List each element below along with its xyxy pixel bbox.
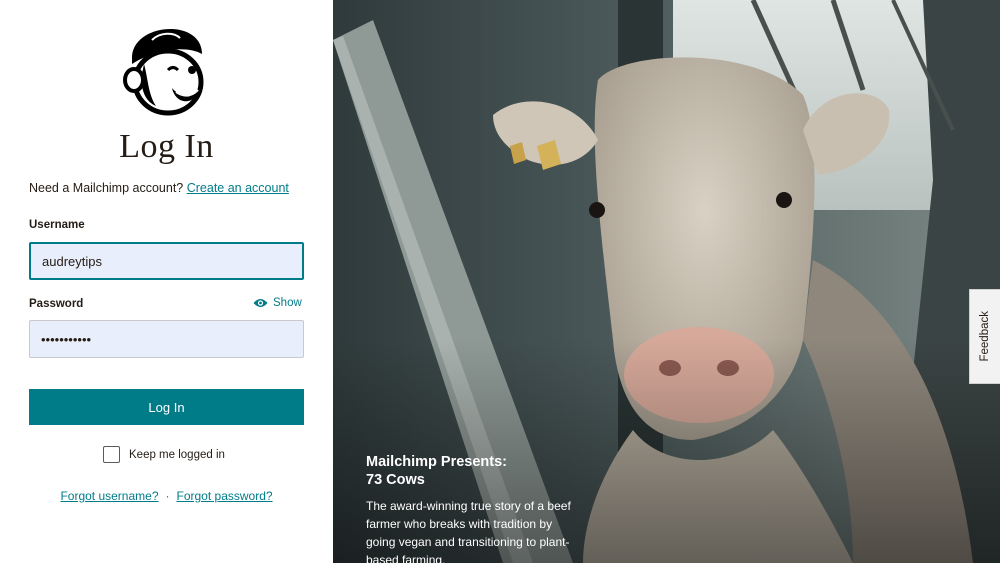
show-password-toggle[interactable]: Show (253, 297, 302, 309)
mailchimp-logo (123, 29, 204, 116)
promo-caption: Mailchimp Presents: 73 Cows The award-wi… (366, 453, 581, 569)
login-panel: Log In Need a Mailchimp account? Create … (0, 0, 333, 563)
login-button[interactable]: Log In (29, 389, 304, 425)
username-input[interactable] (29, 242, 304, 280)
feedback-tab[interactable]: Feedback (969, 289, 1000, 384)
keep-logged-in-checkbox[interactable] (103, 446, 120, 463)
eye-icon (253, 299, 268, 307)
username-label: Username (29, 219, 85, 231)
show-label: Show (273, 297, 302, 309)
forgot-links: Forgot username? · Forgot password? (0, 489, 333, 503)
signup-prompt-text: Need a Mailchimp account? (29, 181, 184, 195)
signup-prompt: Need a Mailchimp account? Create an acco… (29, 181, 289, 195)
promo-title-line1: Mailchimp Presents: (366, 454, 508, 470)
promo-title-line2: 73 Cows (366, 472, 425, 488)
keep-logged-in: Keep me logged in (103, 446, 225, 463)
forgot-password-link[interactable]: Forgot password? (177, 489, 273, 503)
create-account-link[interactable]: Create an account (187, 181, 289, 195)
forgot-separator: · (165, 489, 170, 503)
password-input[interactable] (29, 320, 304, 358)
forgot-username-link[interactable]: Forgot username? (60, 489, 158, 503)
promo-body: The award-winning true story of a beef f… (366, 499, 571, 567)
password-label: Password (29, 298, 84, 310)
keep-logged-in-label: Keep me logged in (129, 448, 225, 461)
feedback-label: Feedback (979, 311, 991, 362)
page-title: Log In (119, 128, 214, 165)
